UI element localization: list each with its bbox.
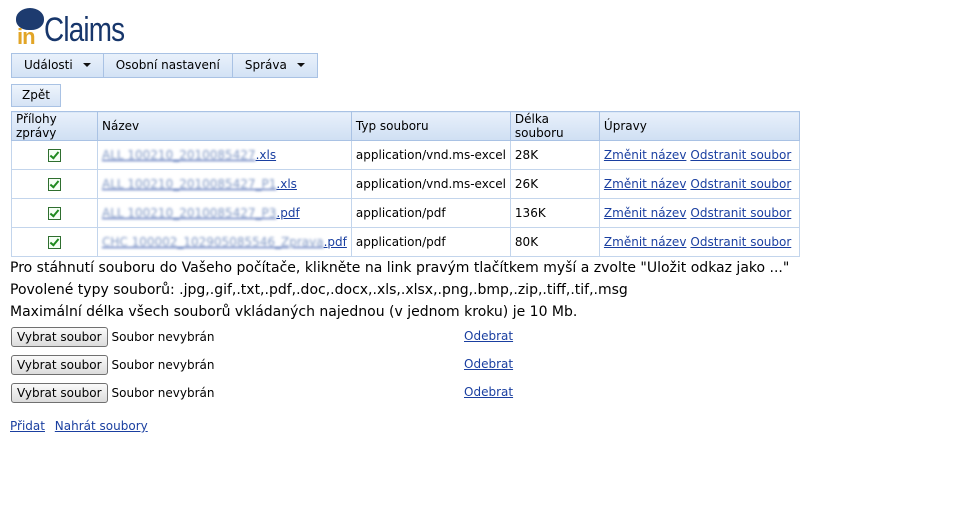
upload-files-link[interactable]: Nahrát soubory (55, 419, 148, 433)
file-link[interactable]: CHC 100002_102905085546_Zprava.pdf (102, 235, 347, 249)
choose-file-button[interactable]: Vybrat soubor (11, 355, 108, 375)
attach-checkbox[interactable] (48, 149, 61, 162)
file-type: application/vnd.ms-excel (350, 169, 511, 199)
menu-item-label: Správa (244, 58, 287, 72)
remove-upload-link[interactable]: Odebrat (464, 385, 513, 399)
remove-upload-link[interactable]: Odebrat (464, 329, 513, 343)
file-link[interactable]: ALL 100210_2010085427.xls (102, 148, 276, 162)
bottom-actions: Přidat Nahrát soubory (10, 419, 154, 433)
delete-file-link[interactable]: Odstranit soubor (690, 177, 791, 191)
file-type: application/pdf (350, 227, 511, 257)
rename-link[interactable]: Změnit název (604, 206, 687, 220)
logo-prefix: in (17, 24, 36, 49)
column-header-name: Název (97, 111, 352, 141)
add-link[interactable]: Přidat (10, 419, 45, 433)
table-row: ALL 100210_2010085427.xls application/vn… (11, 140, 801, 170)
rename-link[interactable]: Změnit název (604, 148, 687, 162)
table-row: ALL 100210_2010085427_P1.xls application… (11, 169, 801, 199)
menu-item-sprava[interactable]: Správa (233, 54, 317, 77)
choose-file-button[interactable]: Vybrat soubor (11, 383, 108, 403)
max-size-note: Maximální délka všech souborů vkládaných… (10, 304, 578, 320)
inclaims-logo: in Claims (16, 6, 125, 50)
attach-checkbox[interactable] (48, 178, 61, 191)
menu-item-label: Události (24, 58, 73, 72)
file-size: 26K (509, 169, 600, 199)
attach-checkbox[interactable] (48, 207, 61, 220)
logo-name: Claims (44, 11, 125, 49)
file-size: 28K (509, 140, 600, 170)
main-menu: Události Osobní nastavení Správa (11, 53, 318, 78)
table-row: CHC 100002_102905085546_Zprava.pdf appli… (11, 227, 801, 257)
file-type: application/pdf (350, 198, 511, 228)
delete-file-link[interactable]: Odstranit soubor (690, 235, 791, 249)
upload-row: Vybrat soubor Soubor nevybrán Odebrat (11, 355, 513, 375)
rename-link[interactable]: Změnit název (604, 177, 687, 191)
column-header-type: Typ souboru (350, 111, 511, 141)
no-file-label: Soubor nevybrán (111, 330, 215, 344)
column-header-attachments: Přílohy zprávy (11, 111, 98, 141)
table-row: ALL 100210_2010085427_P3.pdf application… (11, 198, 801, 228)
rename-link[interactable]: Změnit název (604, 235, 687, 249)
column-header-edits: Úpravy (598, 111, 801, 141)
chevron-down-icon (82, 62, 91, 67)
upload-row: Vybrat soubor Soubor nevybrán Odebrat (11, 383, 513, 403)
menu-item-udalosti[interactable]: Události (12, 54, 104, 77)
file-link[interactable]: ALL 100210_2010085427_P1.xls (102, 177, 297, 191)
delete-file-link[interactable]: Odstranit soubor (690, 148, 791, 162)
attachments-table: Přílohy zprávy Název Typ souboru Délka s… (11, 111, 801, 257)
column-header-size: Délka souboru (509, 111, 600, 141)
file-type: application/vnd.ms-excel (350, 140, 511, 170)
no-file-label: Soubor nevybrán (111, 358, 215, 372)
file-size: 80K (509, 227, 600, 257)
back-button[interactable]: Zpět (11, 84, 61, 107)
menu-item-osobni-nastaveni[interactable]: Osobní nastavení (104, 54, 233, 77)
file-link[interactable]: ALL 100210_2010085427_P3.pdf (102, 206, 300, 220)
download-instructions: Pro stáhnutí souboru do Vašeho počítače,… (10, 260, 790, 276)
remove-upload-link[interactable]: Odebrat (464, 357, 513, 371)
menu-item-label: Osobní nastavení (115, 58, 220, 72)
no-file-label: Soubor nevybrán (111, 386, 215, 400)
allowed-file-types: Povolené typy souborů: .jpg,.gif,.txt,.p… (10, 282, 628, 298)
chevron-down-icon (296, 62, 305, 67)
table-header-row: Přílohy zprávy Název Typ souboru Délka s… (11, 111, 801, 141)
choose-file-button[interactable]: Vybrat soubor (11, 327, 108, 347)
attach-checkbox[interactable] (48, 236, 61, 249)
upload-row: Vybrat soubor Soubor nevybrán Odebrat (11, 327, 513, 347)
file-size: 136K (509, 198, 600, 228)
delete-file-link[interactable]: Odstranit soubor (690, 206, 791, 220)
